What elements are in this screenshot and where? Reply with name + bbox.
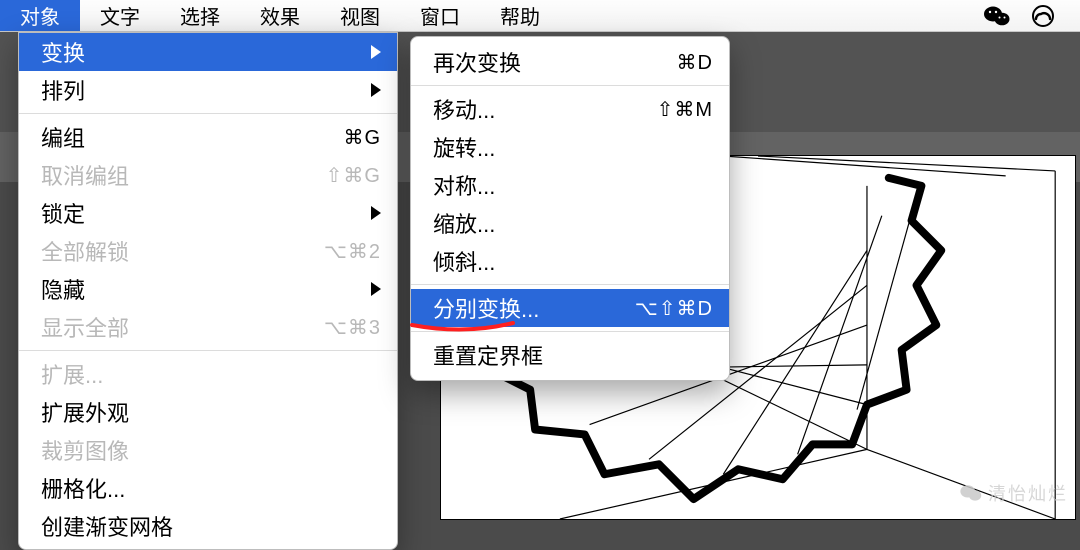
- menu-item-hide[interactable]: 隐藏: [19, 270, 397, 308]
- menu-item-label: 旋转...: [433, 131, 713, 163]
- menu-item-label: 帮助: [500, 1, 540, 30]
- menu-separator: [411, 331, 729, 332]
- menu-item-label: 隐藏: [41, 273, 365, 305]
- menu-item-shortcut: ⇧⌘G: [326, 163, 381, 188]
- menu-item-label: 显示全部: [41, 311, 324, 343]
- transform-submenu: 再次变换 ⌘D 移动... ⇧⌘M 旋转... 对称... 缩放... 倾斜..…: [410, 36, 730, 381]
- menu-type[interactable]: 文字: [80, 0, 160, 31]
- menu-item-label: 视图: [340, 1, 380, 30]
- menu-item-label: 倾斜...: [433, 245, 713, 277]
- menu-item-shortcut: ⌘G: [343, 125, 381, 150]
- menu-item-transform[interactable]: 变换: [19, 33, 397, 71]
- menu-item-expand-appearance[interactable]: 扩展外观: [19, 393, 397, 431]
- menu-item-label: 排列: [41, 74, 365, 106]
- menu-item-label: 对象: [20, 1, 60, 30]
- menu-item-gradient-mesh[interactable]: 创建渐变网格: [19, 507, 397, 545]
- menu-item-show-all: 显示全部 ⌥⌘3: [19, 308, 397, 346]
- menu-item-move[interactable]: 移动... ⇧⌘M: [411, 90, 729, 128]
- menu-item-ungroup: 取消编组 ⇧⌘G: [19, 156, 397, 194]
- menu-item-label: 缩放...: [433, 207, 713, 239]
- menu-separator: [19, 113, 397, 114]
- menu-item-shortcut: ⌥⇧⌘D: [635, 296, 713, 321]
- menu-item-label: 效果: [260, 1, 300, 30]
- object-menu: 变换 排列 编组 ⌘G 取消编组 ⇧⌘G 锁定 全部解锁 ⌥⌘2 隐藏 显示全部…: [18, 32, 398, 550]
- menu-item-label: 窗口: [420, 1, 460, 30]
- menu-item-label: 扩展...: [41, 358, 381, 390]
- menu-item-unlock-all: 全部解锁 ⌥⌘2: [19, 232, 397, 270]
- menu-item-label: 编组: [41, 121, 343, 153]
- menu-item-label: 创建渐变网格: [41, 510, 381, 542]
- menu-item-shortcut: ⇧⌘M: [657, 97, 713, 122]
- menu-item-label: 扩展外观: [41, 396, 381, 428]
- menu-window[interactable]: 窗口: [400, 0, 480, 31]
- menu-item-shear[interactable]: 倾斜...: [411, 242, 729, 280]
- menu-item-expand: 扩展...: [19, 355, 397, 393]
- menu-item-label: 选择: [180, 1, 220, 30]
- menu-select[interactable]: 选择: [160, 0, 240, 31]
- menu-item-label: 变换: [41, 36, 365, 68]
- menu-item-crop-image: 裁剪图像: [19, 431, 397, 469]
- menu-bar: 对象 文字 选择 效果 视图 窗口 帮助: [0, 0, 1080, 32]
- watermark: 清怡灿烂: [960, 480, 1068, 506]
- menu-object[interactable]: 对象: [0, 0, 80, 31]
- menu-item-lock[interactable]: 锁定: [19, 194, 397, 232]
- menu-item-shortcut: ⌘D: [677, 50, 713, 75]
- submenu-arrow-icon: [365, 39, 381, 65]
- menu-item-rotate[interactable]: 旋转...: [411, 128, 729, 166]
- submenu-arrow-icon: [365, 276, 381, 302]
- menu-item-transform-again[interactable]: 再次变换 ⌘D: [411, 43, 729, 81]
- submenu-arrow-icon: [365, 77, 381, 103]
- menu-separator: [411, 284, 729, 285]
- menu-view[interactable]: 视图: [320, 0, 400, 31]
- menu-item-label: 再次变换: [433, 46, 677, 78]
- wechat-icon: [984, 5, 1010, 27]
- watermark-text: 清怡灿烂: [988, 480, 1068, 506]
- menu-item-label: 取消编组: [41, 159, 326, 191]
- menu-item-label: 全部解锁: [41, 235, 324, 267]
- menu-item-label: 重置定界框: [433, 339, 713, 371]
- menu-item-reflect[interactable]: 对称...: [411, 166, 729, 204]
- menu-item-reset-bbox[interactable]: 重置定界框: [411, 336, 729, 374]
- submenu-arrow-icon: [365, 200, 381, 226]
- menu-item-rasterize[interactable]: 栅格化...: [19, 469, 397, 507]
- creative-cloud-icon: [1028, 5, 1058, 27]
- menu-item-transform-each[interactable]: 分别变换... ⌥⇧⌘D: [411, 289, 729, 327]
- menu-item-label: 文字: [100, 1, 140, 30]
- system-tray: [984, 0, 1080, 31]
- menu-item-shortcut: ⌥⌘2: [324, 239, 381, 264]
- menu-item-label: 栅格化...: [41, 472, 381, 504]
- menu-item-shortcut: ⌥⌘3: [324, 315, 381, 340]
- menu-item-label: 裁剪图像: [41, 434, 381, 466]
- menu-item-group[interactable]: 编组 ⌘G: [19, 118, 397, 156]
- menu-item-label: 对称...: [433, 169, 713, 201]
- menu-effect[interactable]: 效果: [240, 0, 320, 31]
- menu-item-label: 锁定: [41, 197, 365, 229]
- menu-item-label: 分别变换...: [433, 292, 635, 324]
- menu-separator: [411, 85, 729, 86]
- menu-item-label: 移动...: [433, 93, 657, 125]
- menu-item-scale[interactable]: 缩放...: [411, 204, 729, 242]
- menu-separator: [19, 350, 397, 351]
- menu-item-arrange[interactable]: 排列: [19, 71, 397, 109]
- menu-help[interactable]: 帮助: [480, 0, 560, 31]
